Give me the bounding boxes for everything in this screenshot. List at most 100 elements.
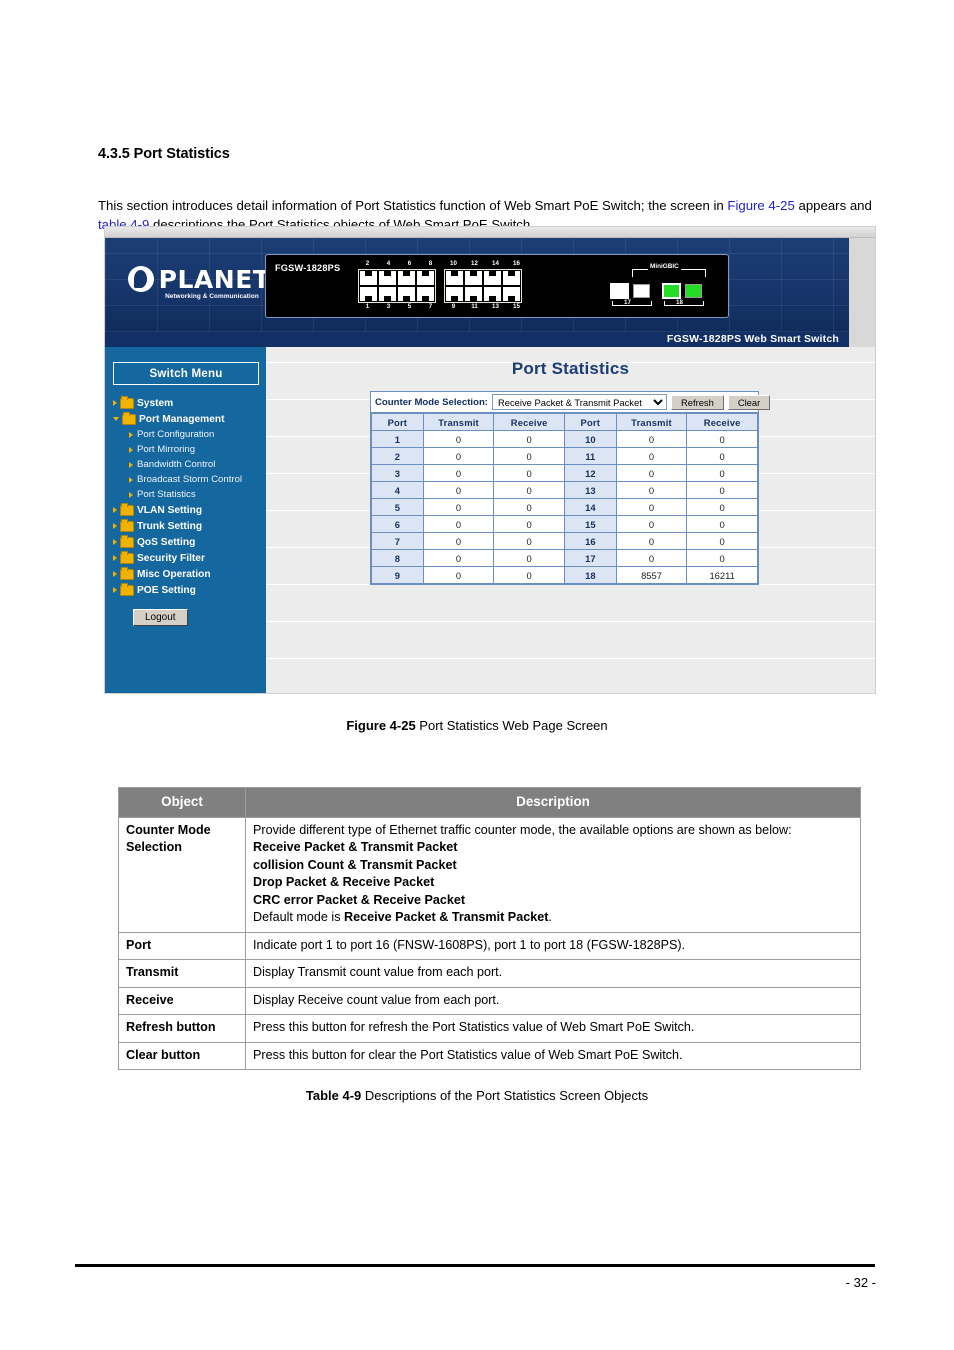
col-header-port-right: Port [563, 413, 617, 431]
desc-row: Receive Display Receive count value from … [118, 986, 861, 1015]
rj45-port[interactable] [378, 286, 397, 302]
desc-line: Display Transmit count value from each p… [253, 965, 503, 979]
transmit-cell: 0 [422, 515, 495, 533]
col-header-transmit-right: Transmit [615, 413, 688, 431]
desc-line: CRC error Packet & Receive Packet [253, 892, 466, 907]
desc-line: Provide different type of Ethernet traff… [253, 822, 792, 837]
transmit-cell: 0 [422, 532, 495, 550]
desc-object-cell: Clear button [118, 1041, 246, 1070]
rj45-port[interactable] [502, 270, 521, 286]
rj45-port-18[interactable] [662, 283, 681, 299]
table-row: 6 0 0 15 0 0 [371, 515, 758, 533]
transmit-cell: 0 [615, 464, 688, 482]
screenshot-figure: PLANET Networking & Communication FGSW-1… [104, 226, 876, 694]
refresh-button[interactable]: Refresh [671, 394, 724, 410]
port-cell: 9 [371, 566, 424, 584]
desc-header-row: Object Description [118, 787, 861, 818]
desc-description-cell: Provide different type of Ethernet traff… [245, 816, 861, 933]
desc-col-object: Object [118, 787, 246, 818]
port-cell: 11 [563, 447, 617, 465]
port-label-top: 2 [365, 260, 370, 267]
device-footer-label: FGSW-1828PS Web Smart Switch [666, 333, 839, 345]
rj45-port[interactable] [416, 270, 435, 286]
rj45-port[interactable] [502, 286, 521, 302]
transmit-cell: 8557 [615, 566, 688, 584]
sidebar-item-label: VLAN Setting [137, 504, 203, 516]
sidebar-item-trunk-setting[interactable]: Trunk Setting [105, 518, 266, 534]
sfp-slot-18[interactable] [685, 284, 702, 298]
transmit-cell: 0 [615, 447, 688, 465]
figure-link[interactable]: Figure 4-25 [727, 198, 794, 213]
footer-divider [75, 1264, 875, 1267]
receive-cell: 0 [493, 447, 565, 465]
counter-mode-row: Counter Mode Selection: Receive Packet &… [371, 392, 771, 413]
page-number: - 32 - [845, 1275, 876, 1290]
sidebar-item-system[interactable]: System [105, 395, 266, 411]
page-title: 4.3.5 Port Statistics [98, 146, 230, 162]
rj45-port[interactable] [378, 270, 397, 286]
rj45-port[interactable] [464, 270, 483, 286]
rj45-port-group-1 [358, 269, 436, 303]
rj45-port[interactable] [359, 286, 378, 302]
device-banner: PLANET Networking & Communication FGSW-1… [105, 238, 875, 332]
desc-object-cell: Refresh button [118, 1014, 246, 1043]
combo-port-label-17: 17 [624, 299, 631, 306]
minigbic-label: MiniGBIC [648, 263, 681, 270]
sidebar-subitem-bandwidth-control[interactable]: Bandwidth Control [105, 457, 266, 472]
port-cell: 14 [563, 498, 617, 516]
chevron-right-icon [129, 431, 133, 438]
transmit-cell: 0 [615, 515, 688, 533]
receive-cell: 0 [686, 549, 758, 567]
port-label-bottom: 11 [471, 303, 478, 310]
chevron-right-icon [129, 476, 133, 483]
sidebar-item-port-management[interactable]: Port Management [105, 411, 266, 427]
receive-cell: 0 [493, 515, 565, 533]
transmit-cell: 0 [615, 498, 688, 516]
brand-name: PLANET [158, 264, 271, 294]
sidebar-subitem-broadcast-storm-control[interactable]: Broadcast Storm Control [105, 472, 266, 487]
port-cell: 1 [371, 430, 424, 448]
transmit-cell: 0 [422, 481, 495, 499]
desc-object-cell: Counter Mode Selection [118, 816, 246, 933]
logout-button[interactable]: Logout [133, 609, 188, 626]
rj45-port[interactable] [397, 270, 416, 286]
counter-mode-select[interactable]: Receive Packet & Transmit Packetcollisio… [492, 394, 667, 410]
port-label-top: 8 [428, 260, 433, 267]
rj45-port[interactable] [483, 286, 502, 302]
port-cell: 7 [371, 532, 424, 550]
folder-icon [120, 534, 134, 548]
rj45-port[interactable] [445, 286, 464, 302]
sidebar-item-security-filter[interactable]: Security Filter [105, 550, 266, 566]
col-header-receive-right: Receive [686, 413, 758, 431]
intro-text-2: appears and [794, 198, 872, 214]
rj45-port[interactable] [483, 270, 502, 286]
sfp-slot-17[interactable] [633, 284, 650, 298]
rj45-port[interactable] [397, 286, 416, 302]
transmit-cell: 0 [615, 481, 688, 499]
rj45-port[interactable] [445, 270, 464, 286]
clear-button[interactable]: Clear [727, 394, 771, 410]
sidebar-subitem-port-mirroring[interactable]: Port Mirroring [105, 442, 266, 457]
table-header-row: Port Transmit Receive Port Transmit Rece… [371, 413, 758, 431]
col-header-port-left: Port [371, 413, 424, 431]
chevron-right-icon [129, 461, 133, 468]
receive-cell: 0 [493, 498, 565, 516]
switch-menu-button[interactable]: Switch Menu [113, 362, 259, 385]
minigbic-bracket [632, 269, 706, 277]
table-row: 5 0 0 14 0 0 [371, 498, 758, 516]
sidebar-item-poe-setting[interactable]: POE Setting [105, 582, 266, 598]
sidebar-item-qos-setting[interactable]: QoS Setting [105, 534, 266, 550]
sidebar-item-misc-operation[interactable]: Misc Operation [105, 566, 266, 582]
sidebar-item-vlan-setting[interactable]: VLAN Setting [105, 502, 266, 518]
receive-cell: 0 [493, 549, 565, 567]
rj45-port[interactable] [359, 270, 378, 286]
sidebar-subitem-port-configuration[interactable]: Port Configuration [105, 427, 266, 442]
receive-cell: 0 [493, 464, 565, 482]
sidebar-subitem-port-statistics[interactable]: Port Statistics [105, 487, 266, 502]
rj45-port[interactable] [416, 286, 435, 302]
content-title: Port Statistics [511, 359, 630, 378]
rj45-port[interactable] [464, 286, 483, 302]
rj45-port-17[interactable] [610, 283, 629, 299]
port-cell: 16 [563, 532, 617, 550]
port-label-top: 16 [513, 260, 520, 267]
